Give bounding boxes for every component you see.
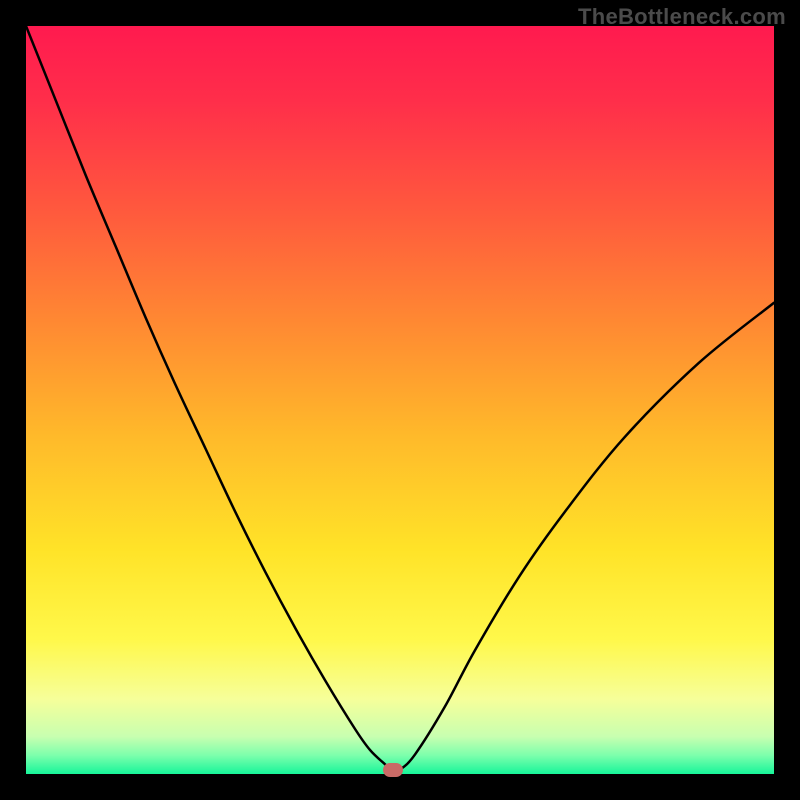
plot-area [26, 26, 774, 774]
chart-stage: TheBottleneck.com [0, 0, 800, 800]
bottleneck-curve [26, 26, 774, 774]
optimal-point-marker [383, 763, 403, 777]
